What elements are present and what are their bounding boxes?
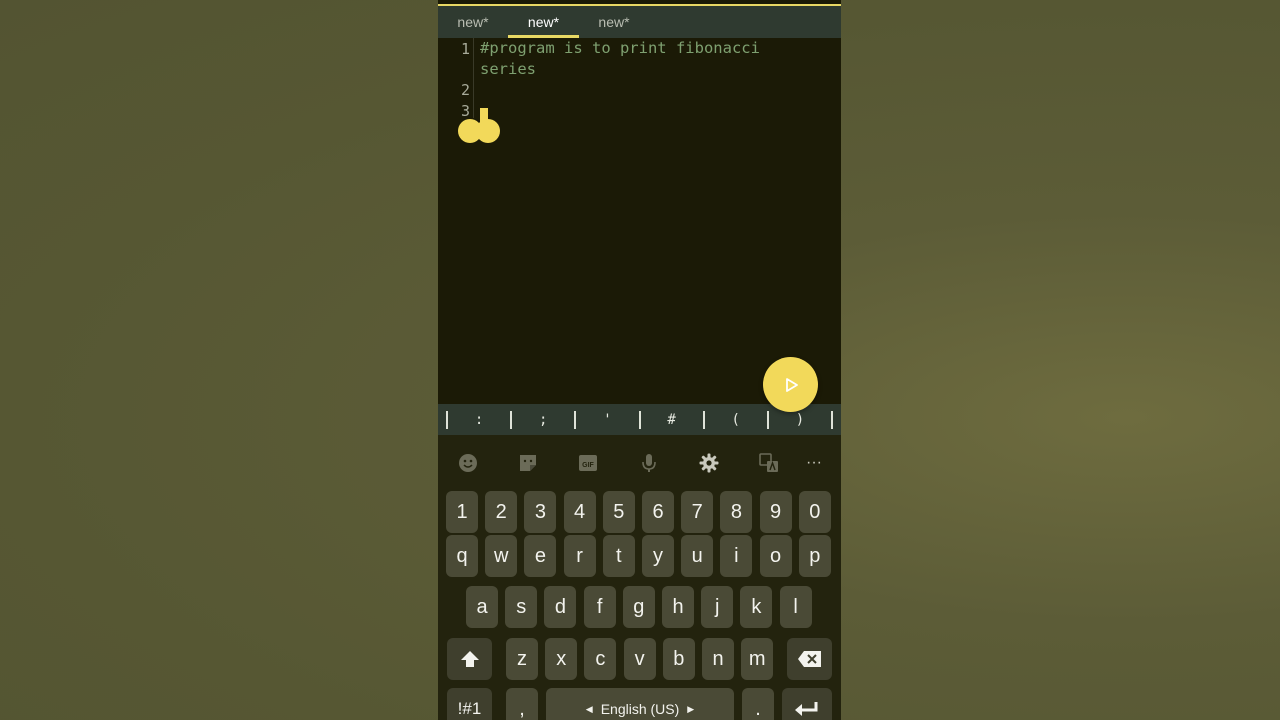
enter-icon [795,702,818,716]
gif-icon[interactable]: GIF [572,447,604,479]
chevron-left-icon: ◀ [585,703,593,714]
translate-icon[interactable] [753,447,785,479]
tab-new-1[interactable]: new* [438,6,508,38]
key-2[interactable]: 2 [485,491,518,533]
key-4[interactable]: 4 [563,491,596,533]
mic-icon[interactable] [633,447,665,479]
code-editor[interactable]: 1 #program is to print fibonacci series … [438,38,841,404]
symbols-key[interactable]: !#1 [447,688,492,720]
space-key[interactable]: ◀ English (US) ▶ [546,688,734,720]
tab-new-3[interactable]: new* [579,6,649,38]
backspace-icon [797,651,821,667]
cursor-handle[interactable] [456,117,502,143]
symbol-colon[interactable]: : [448,412,510,428]
key-t[interactable]: t [602,535,635,577]
comma-key[interactable]: , [506,688,538,720]
code-line-wrap[interactable]: series [480,59,536,80]
key-s[interactable]: s [505,586,538,628]
key-6[interactable]: 6 [642,491,674,533]
key-w[interactable]: w [485,535,518,577]
key-j[interactable]: j [701,586,734,628]
key-3[interactable]: 3 [524,491,557,533]
keyboard-toolbar: GIF ··· [438,447,841,479]
key-g[interactable]: g [622,586,655,628]
key-7[interactable]: 7 [681,491,714,533]
keyboard: GIF ··· 1234567890 qwertyuiop asdfghjkl zxc… [438,435,841,720]
key-a[interactable]: a [466,586,498,628]
backspace-key[interactable] [787,638,832,680]
key-n[interactable]: n [702,638,734,680]
key-h[interactable]: h [662,586,694,628]
code-line[interactable]: #program is to print fibonacci [480,38,760,59]
key-l[interactable]: l [779,586,812,628]
key-5[interactable]: 5 [602,491,635,533]
symbol-open-paren[interactable]: ( [705,412,767,428]
more-icon[interactable]: ··· [798,447,830,479]
key-q[interactable]: q [446,535,478,577]
key-v[interactable]: v [623,638,656,680]
key-f[interactable]: f [583,586,616,628]
symbol-semicolon[interactable]: ; [512,412,574,428]
settings-icon[interactable] [693,447,725,479]
shift-icon [460,651,479,667]
key-8[interactable]: 8 [720,491,753,533]
tab-new-2[interactable]: new* [508,6,579,38]
period-key[interactable]: . [742,688,774,720]
key-b[interactable]: b [662,638,695,680]
space-label: English (US) [600,701,680,717]
svg-text:GIF: GIF [582,462,594,469]
emoji-icon[interactable] [452,447,484,479]
key-o[interactable]: o [759,535,792,577]
run-button[interactable] [763,357,818,412]
key-e[interactable]: e [524,535,557,577]
chevron-right-icon: ▶ [687,703,695,714]
play-icon [785,377,798,392]
gutter-divider [473,38,474,118]
line-number: 1 [460,40,470,58]
key-u[interactable]: u [681,535,714,577]
shift-key[interactable] [447,638,492,680]
key-9[interactable]: 9 [759,491,792,533]
key-0[interactable]: 0 [798,491,831,533]
sticker-icon[interactable] [512,447,544,479]
key-x[interactable]: x [545,638,578,680]
key-p[interactable]: p [798,535,831,577]
key-z[interactable]: z [506,638,538,680]
key-m[interactable]: m [741,638,774,680]
editor-app: new* new* new* 1 #program is to print fi… [438,0,841,720]
key-i[interactable]: i [720,535,753,577]
symbol-hash[interactable]: # [641,412,703,428]
key-1[interactable]: 1 [446,491,478,533]
tab-bar: new* new* new* [438,4,841,38]
key-c[interactable]: c [584,638,617,680]
key-y[interactable]: y [642,535,674,577]
symbol-quote[interactable]: ' [576,412,638,428]
key-k[interactable]: k [740,586,773,628]
enter-key[interactable] [782,688,832,720]
key-r[interactable]: r [563,535,596,577]
line-number: 2 [460,81,470,99]
key-d[interactable]: d [544,586,577,628]
symbol-close-paren[interactable]: ) [769,412,831,428]
